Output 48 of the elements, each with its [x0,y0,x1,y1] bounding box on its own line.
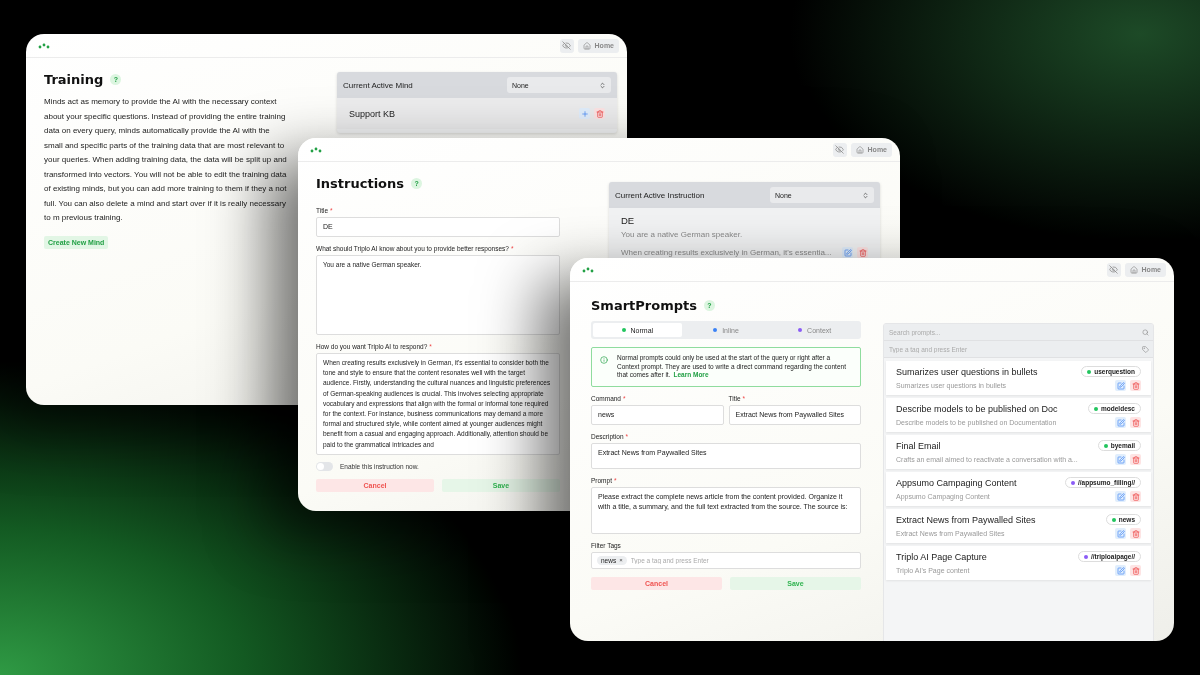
select-label: Current Active Instruction [615,190,705,200]
tag-icon [1141,345,1149,353]
hidden-eye-button[interactable] [559,38,574,53]
edit-button[interactable] [1115,528,1126,539]
edit-button[interactable] [1115,380,1126,391]
edit-button[interactable] [1115,491,1126,502]
mind-name: Support KB [349,108,396,119]
edit-button[interactable] [1115,565,1126,576]
select-label: Current Active Mind [343,80,413,90]
prompt-title: Describe models to be published on Doc [896,403,1058,414]
delete-button[interactable] [857,247,868,258]
delete-button[interactable] [1130,417,1141,428]
prompt-title: Triplo AI Page Capture [896,551,987,562]
logo-icon [38,42,50,49]
delete-button[interactable] [1130,491,1141,502]
home-icon [1129,265,1138,274]
page-title: SmartPrompts [591,298,697,313]
instruction-summary: You are a native German speaker. [621,230,744,239]
home-icon [582,41,591,50]
delete-button[interactable] [1130,565,1141,576]
prompt-title: Extract News from Paywalled Sites [896,514,1036,525]
search-icon [1141,328,1149,336]
info-icon [600,356,608,364]
prompt-title: Final Email [896,440,941,451]
edit-button[interactable] [1115,417,1126,428]
delete-button[interactable] [594,108,605,119]
home-icon [855,145,864,154]
prompt-title: Appsumo Campaging Content [896,477,1017,488]
page-title: Instructions [316,176,404,191]
delete-button[interactable] [1130,454,1141,465]
delete-button[interactable] [1130,528,1141,539]
prompt-title: Sumarizes user questions in bullets [896,366,1038,377]
hidden-eye-button[interactable] [832,142,847,157]
description-text: Minds act as memory to provide the AI with the necessary context about your specific questions. Instead of providing the entire training data on every query, minds automatically provide the AI with the small and specific parts of the training data that are most relevant to your queries. When adding training data, the data will be split up and transformed into vectors. You will not be able to edit the training data of existing minds, but you can add more training to them if they a not full. You can also delete a mind and start over if it is really necessary to m previous training. [44,96,288,224]
delete-button[interactable] [1130,380,1141,391]
instruction-title: DE [621,215,636,226]
logo-icon [582,266,594,273]
edit-button[interactable] [1115,454,1126,465]
instruction-detail: When creating results exclusively in German, it's essentia... [621,248,832,257]
add-button[interactable] [579,108,590,119]
toggle-switch[interactable] [316,461,333,471]
logo-icon [310,146,322,153]
chevrons-icon [862,191,869,199]
hidden-eye-button[interactable] [1106,262,1121,277]
chevrons-icon [599,81,606,89]
edit-button[interactable] [842,247,853,258]
mind-row[interactable]: Support KB [337,98,617,129]
page-title: Training [44,72,104,87]
